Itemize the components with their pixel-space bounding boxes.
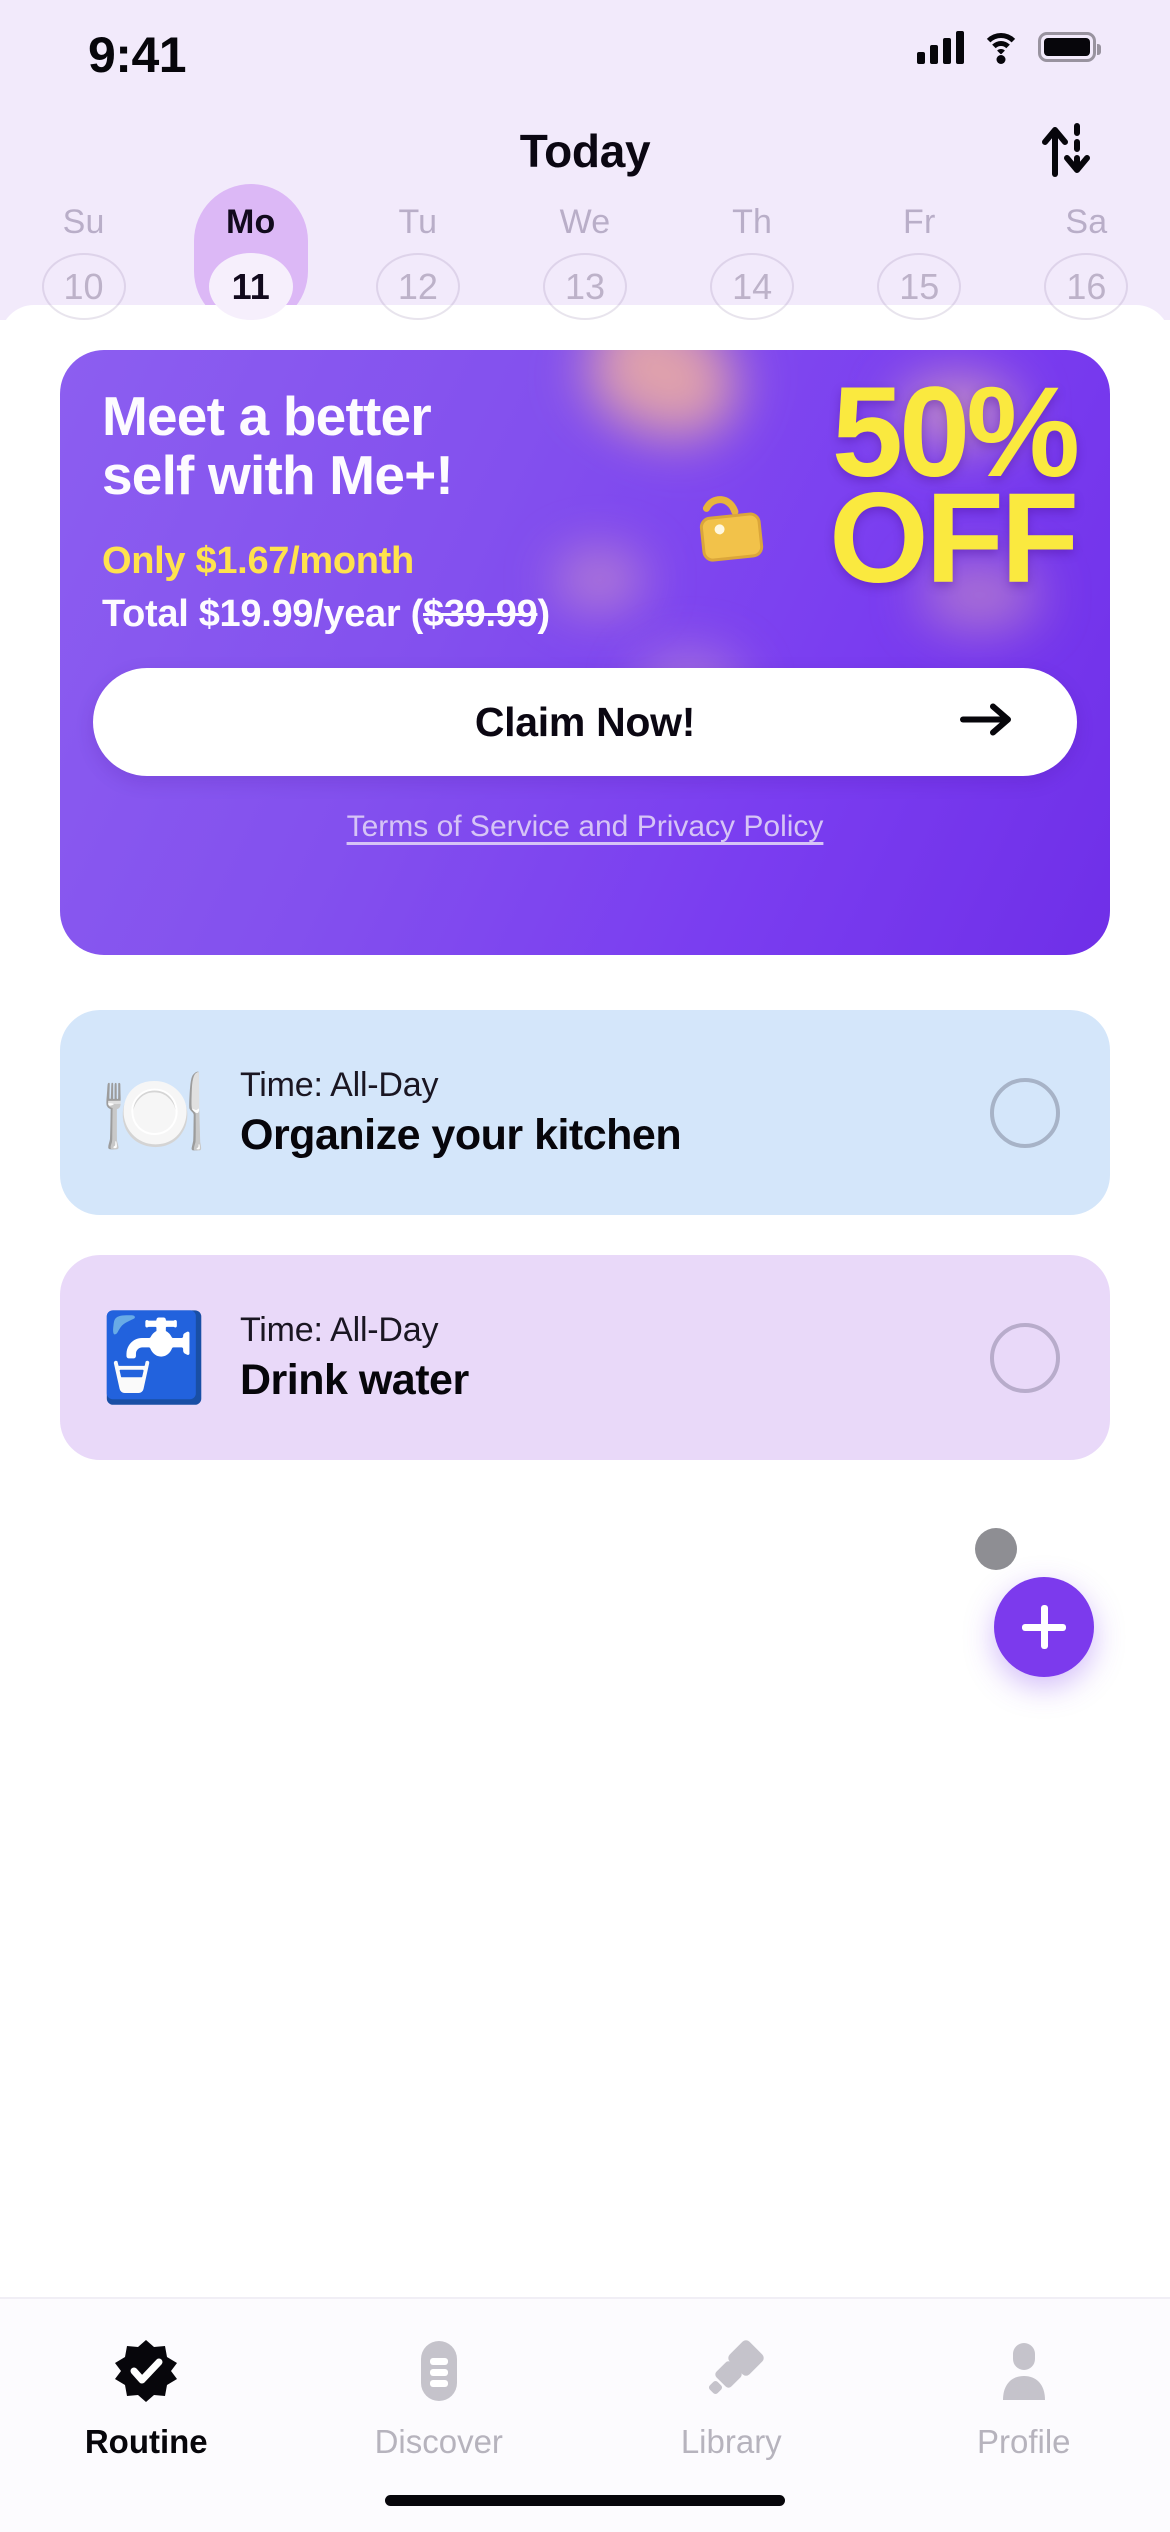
day-column-we[interactable]: We 13 [501,190,668,320]
promo-headline-line1: Meet a better [102,385,432,447]
week-day-strip[interactable]: Su 10 Mo 11 Tu 12 We 13 Th 14 Fr 15 Sa 1… [0,184,1170,328]
battery-icon [1038,32,1101,62]
date-number: 11 [208,253,293,320]
day-column-mo[interactable]: Mo 11 [167,184,334,328]
task-title: Organize your kitchen [240,1110,682,1159]
promo-total-suffix: ) [537,593,550,635]
home-indicator [385,2495,785,2506]
day-of-week-label: Su [62,203,105,241]
badge-check-icon [113,2333,179,2409]
header-zone: 9:41 Today Su 10 Mo 11 Tu 12 We 13 Th 14… [0,0,1170,328]
discount-word: OFF [829,467,1079,610]
day-of-week-label: Mo [225,203,276,241]
day-of-week-label: Tu [398,203,438,241]
day-of-week-label: We [559,203,611,241]
date-number: 13 [542,253,627,320]
cellular-signal-icon [917,30,964,64]
tab-library[interactable]: Library [585,2333,878,2461]
date-number: 15 [877,253,962,320]
tab-discover[interactable]: Discover [293,2333,586,2461]
day-of-week-label: Fr [903,203,936,241]
tab-profile[interactable]: Profile [878,2333,1170,2461]
add-task-fab[interactable] [994,1577,1094,1677]
task-checkbox[interactable] [990,1322,1060,1393]
promo-total-price: Total $19.99/year ($39.99) [102,593,550,636]
day-column-fr[interactable]: Fr 15 [836,190,1003,320]
sort-arrows-icon[interactable] [1030,114,1102,186]
promo-headline-line2: self with Me+! [102,443,454,506]
terms-and-privacy-link[interactable]: Terms of Service and Privacy Policy [60,810,1110,844]
date-number: 10 [41,253,126,320]
promo-total-prefix: Total $19.99/year ( [102,593,423,635]
potable-water-tap-icon: 🚰 [100,1309,208,1406]
list-capsule-icon [406,2333,472,2409]
discount-badge: 50% OFF [662,369,1082,620]
day-of-week-label: Sa [1065,203,1108,241]
task-checkbox[interactable] [990,1077,1060,1148]
navigation-bar: Today [0,110,1170,188]
person-icon [991,2333,1057,2409]
small-circle-icon[interactable] [975,1528,1017,1570]
tab-label: Routine [84,2423,208,2460]
status-bar-time: 9:41 [88,27,187,83]
plate-fork-knife-icon: 🍽️ [100,1064,208,1161]
arrow-right-icon [959,703,1015,742]
promo-monthly-price: Only $1.67/month [102,540,414,582]
status-bar-indicators [917,30,1101,64]
task-time: Time: All-Day [240,1310,439,1349]
status-bar: 9:41 [0,0,1170,110]
task-time: Time: All-Day [240,1065,439,1104]
day-column-tu[interactable]: Tu 12 [334,190,501,320]
day-column-su[interactable]: Su 10 [0,190,167,320]
task-card[interactable]: 🚰 Time: All-Day Drink water [60,1255,1110,1460]
claim-now-label: Claim Now! [474,698,696,745]
day-column-th[interactable]: Th 14 [669,190,836,320]
promo-old-price: $39.99 [423,593,538,635]
day-column-sa[interactable]: Sa 16 [1003,190,1170,320]
task-text-block: Time: All-Day Organize your kitchen [240,1066,990,1160]
price-tag-icon [674,458,813,597]
tab-label: Discover [374,2423,503,2460]
banner-glare-3 [555,550,645,610]
day-of-week-label: Th [732,203,773,241]
tab-label: Library [680,2423,782,2460]
task-card[interactable]: 🍽️ Time: All-Day Organize your kitchen [60,1010,1110,1215]
page-title: Today [519,125,651,177]
promo-headline: Meet a better self with Me+! [102,387,662,505]
date-number: 14 [710,253,795,320]
promo-banner[interactable]: Meet a better self with Me+! Only $1.67/… [60,350,1110,955]
date-number: 16 [1044,253,1129,320]
tab-label: Profile [976,2423,1071,2460]
date-number: 12 [375,253,460,320]
content-sheet: Meet a better self with Me+! Only $1.67/… [0,305,1170,2532]
task-text-block: Time: All-Day Drink water [240,1311,990,1405]
diamonds-icon [698,2333,764,2409]
claim-now-button[interactable]: Claim Now! [93,668,1077,776]
task-title: Drink water [240,1355,469,1404]
tab-routine[interactable]: Routine [0,2333,293,2461]
wifi-icon [981,31,1021,64]
